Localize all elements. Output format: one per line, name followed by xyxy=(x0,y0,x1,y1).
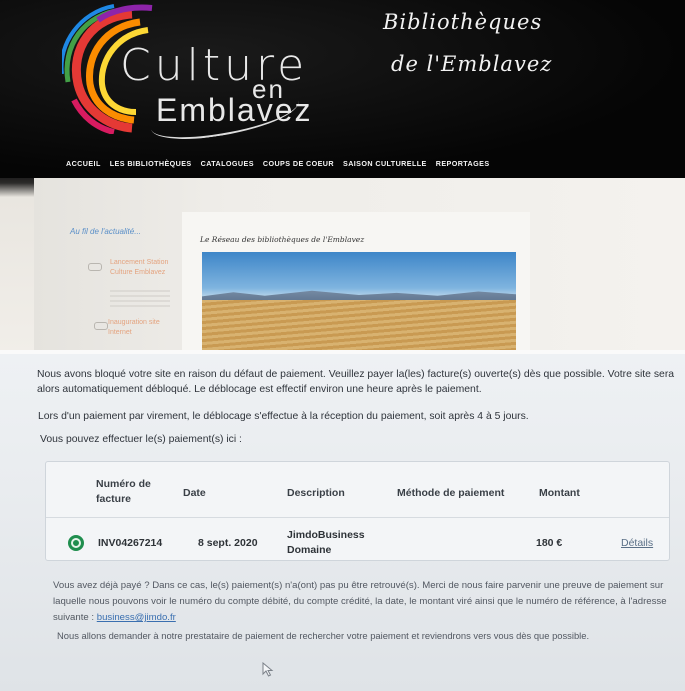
transfer-info: Lors d'un paiement par virement, le débl… xyxy=(38,411,529,422)
logo-word-emblavez: Emblavez xyxy=(156,92,313,128)
header-payment-method: Méthode de paiement xyxy=(397,487,505,499)
invoice-status-icon[interactable] xyxy=(68,535,84,551)
followup-message: Nous allons demander à notre prestataire… xyxy=(57,630,590,641)
header-date: Date xyxy=(183,487,206,499)
news-link-icon xyxy=(94,322,108,330)
brand-title-line1: Bibliothèques xyxy=(383,10,543,34)
payment-prompt: Vous pouvez effectuer le(s) paiement(s) … xyxy=(40,434,242,445)
nav-item-coups-de-coeur[interactable]: COUPS DE COEUR xyxy=(263,159,334,168)
news-item-link[interactable]: Inauguration site Internet xyxy=(108,318,178,338)
landscape-photo xyxy=(202,252,516,352)
wheat-field xyxy=(202,300,516,352)
nav-item-reportages[interactable]: REPORTAGES xyxy=(436,159,490,168)
news-item-meta xyxy=(110,290,170,308)
header-amount: Montant xyxy=(539,487,580,499)
invoice-table: Numéro de facture Date Description Métho… xyxy=(45,461,670,561)
website-screenshot: Culture en Emblavez Bibliothèques de l'E… xyxy=(0,0,685,352)
invoice-description: JimdoBusiness Domaine xyxy=(287,529,365,556)
header-description: Description xyxy=(287,487,345,499)
content-title: Le Réseau des bibliothèques de l'Emblave… xyxy=(200,235,365,244)
invoice-date: 8 sept. 2020 xyxy=(198,537,258,549)
site-nav: ACCUEIL LES BIBLIOTHÈQUES CATALOGUES COU… xyxy=(66,159,490,168)
nav-item-bibliotheques[interactable]: LES BIBLIOTHÈQUES xyxy=(110,159,192,168)
nav-item-saison-culturelle[interactable]: SAISON CULTURELLE xyxy=(343,159,427,168)
news-link-icon xyxy=(88,263,102,271)
invoice-number: INV04267214 xyxy=(98,537,163,549)
brand-title-line2: de l'Emblavez xyxy=(391,52,553,76)
invoice-amount: 180 € xyxy=(536,537,563,549)
row-separator xyxy=(46,517,669,518)
nav-item-catalogues[interactable]: CATALOGUES xyxy=(201,159,254,168)
invoice-details-link[interactable]: Détails xyxy=(621,537,653,549)
news-sidebar-title: Au fil de l'actualité... xyxy=(70,227,141,236)
sky xyxy=(202,252,516,297)
site-header: Culture en Emblavez Bibliothèques de l'E… xyxy=(0,0,685,178)
news-item-link[interactable]: Lancement Station Culture Emblavez xyxy=(110,258,180,278)
mouse-cursor-icon xyxy=(262,662,274,677)
support-email-link[interactable]: business@jimdo.fr xyxy=(97,612,176,623)
nav-item-accueil[interactable]: ACCUEIL xyxy=(66,159,101,168)
header-invoice-number: Numéro de facture xyxy=(96,478,151,505)
already-paid-message: Vous avez déjà payé ? Dans ce cas, le(s)… xyxy=(53,578,673,626)
payment-notice: Nous avons bloqué votre site en raison d… xyxy=(0,354,685,691)
blocked-site-message: Nous avons bloqué votre site en raison d… xyxy=(37,369,675,395)
